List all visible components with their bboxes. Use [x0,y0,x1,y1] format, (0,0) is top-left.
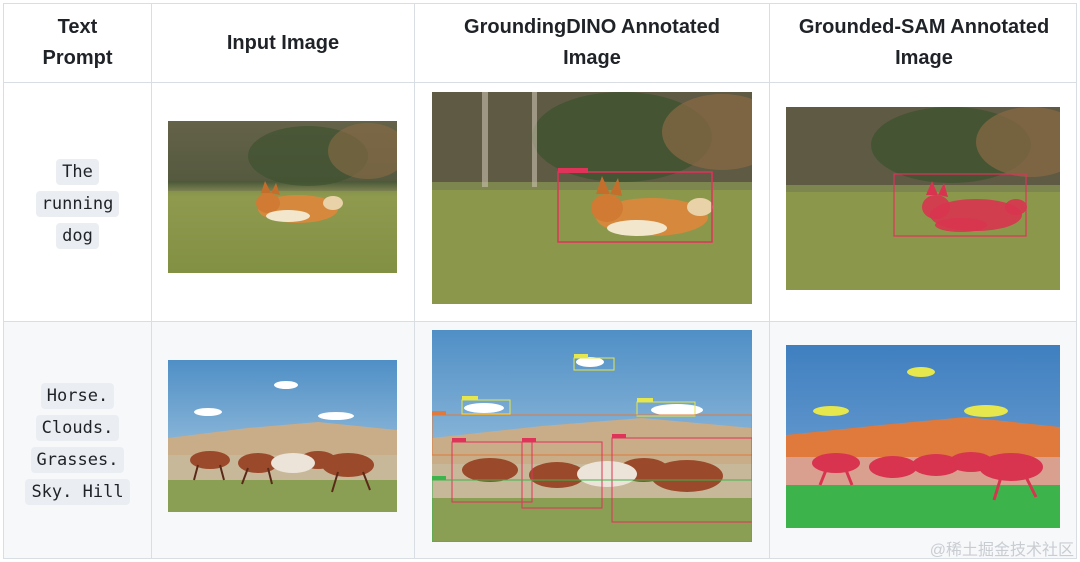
prompt-token: The [56,159,99,185]
grounded-sam-image-dog [786,107,1060,290]
header-line: GroundingDINO Annotated [464,16,720,38]
prompt-token: Sky. Hill [25,479,130,505]
column-divider [414,4,415,558]
header-grounded-sam: Grounded-SAM Annotated Image [770,4,1078,82]
row-divider [4,82,1076,83]
header-line: Grounded-SAM Annotated [798,16,1050,38]
prompt-dog: The running dog [4,156,151,252]
groundingdino-image-dog [432,92,752,304]
header-input-image: Input Image [152,4,414,82]
input-image-dog [168,121,397,273]
watermark-text: @稀土掘金技术社区 [929,542,1074,559]
row-divider [4,321,1076,322]
grounded-sam-image-horses [786,345,1060,528]
prompt-token: dog [56,223,99,249]
input-image-horses [168,360,397,512]
header-line: Image [895,47,953,69]
header-line: Input Image [226,31,340,54]
header-line: Text [57,16,98,38]
column-divider [151,4,152,558]
header-line: Image [563,47,621,69]
column-divider [769,4,770,558]
prompt-token: running [35,191,120,217]
results-table: Text Prompt Input Image GroundingDINO Ann… [3,3,1077,559]
prompt-horse: Horse. Clouds. Grasses. Sky. Hill [4,380,151,508]
prompt-token: Horse. [40,383,115,409]
prompt-token: Grasses. [30,447,125,473]
header-line: Prompt [42,47,113,69]
header-groundingdino: GroundingDINO Annotated Image [415,4,769,82]
prompt-token: Clouds. [35,415,120,441]
header-text-prompt: Text Prompt [4,4,151,82]
groundingdino-image-horses [432,330,752,542]
